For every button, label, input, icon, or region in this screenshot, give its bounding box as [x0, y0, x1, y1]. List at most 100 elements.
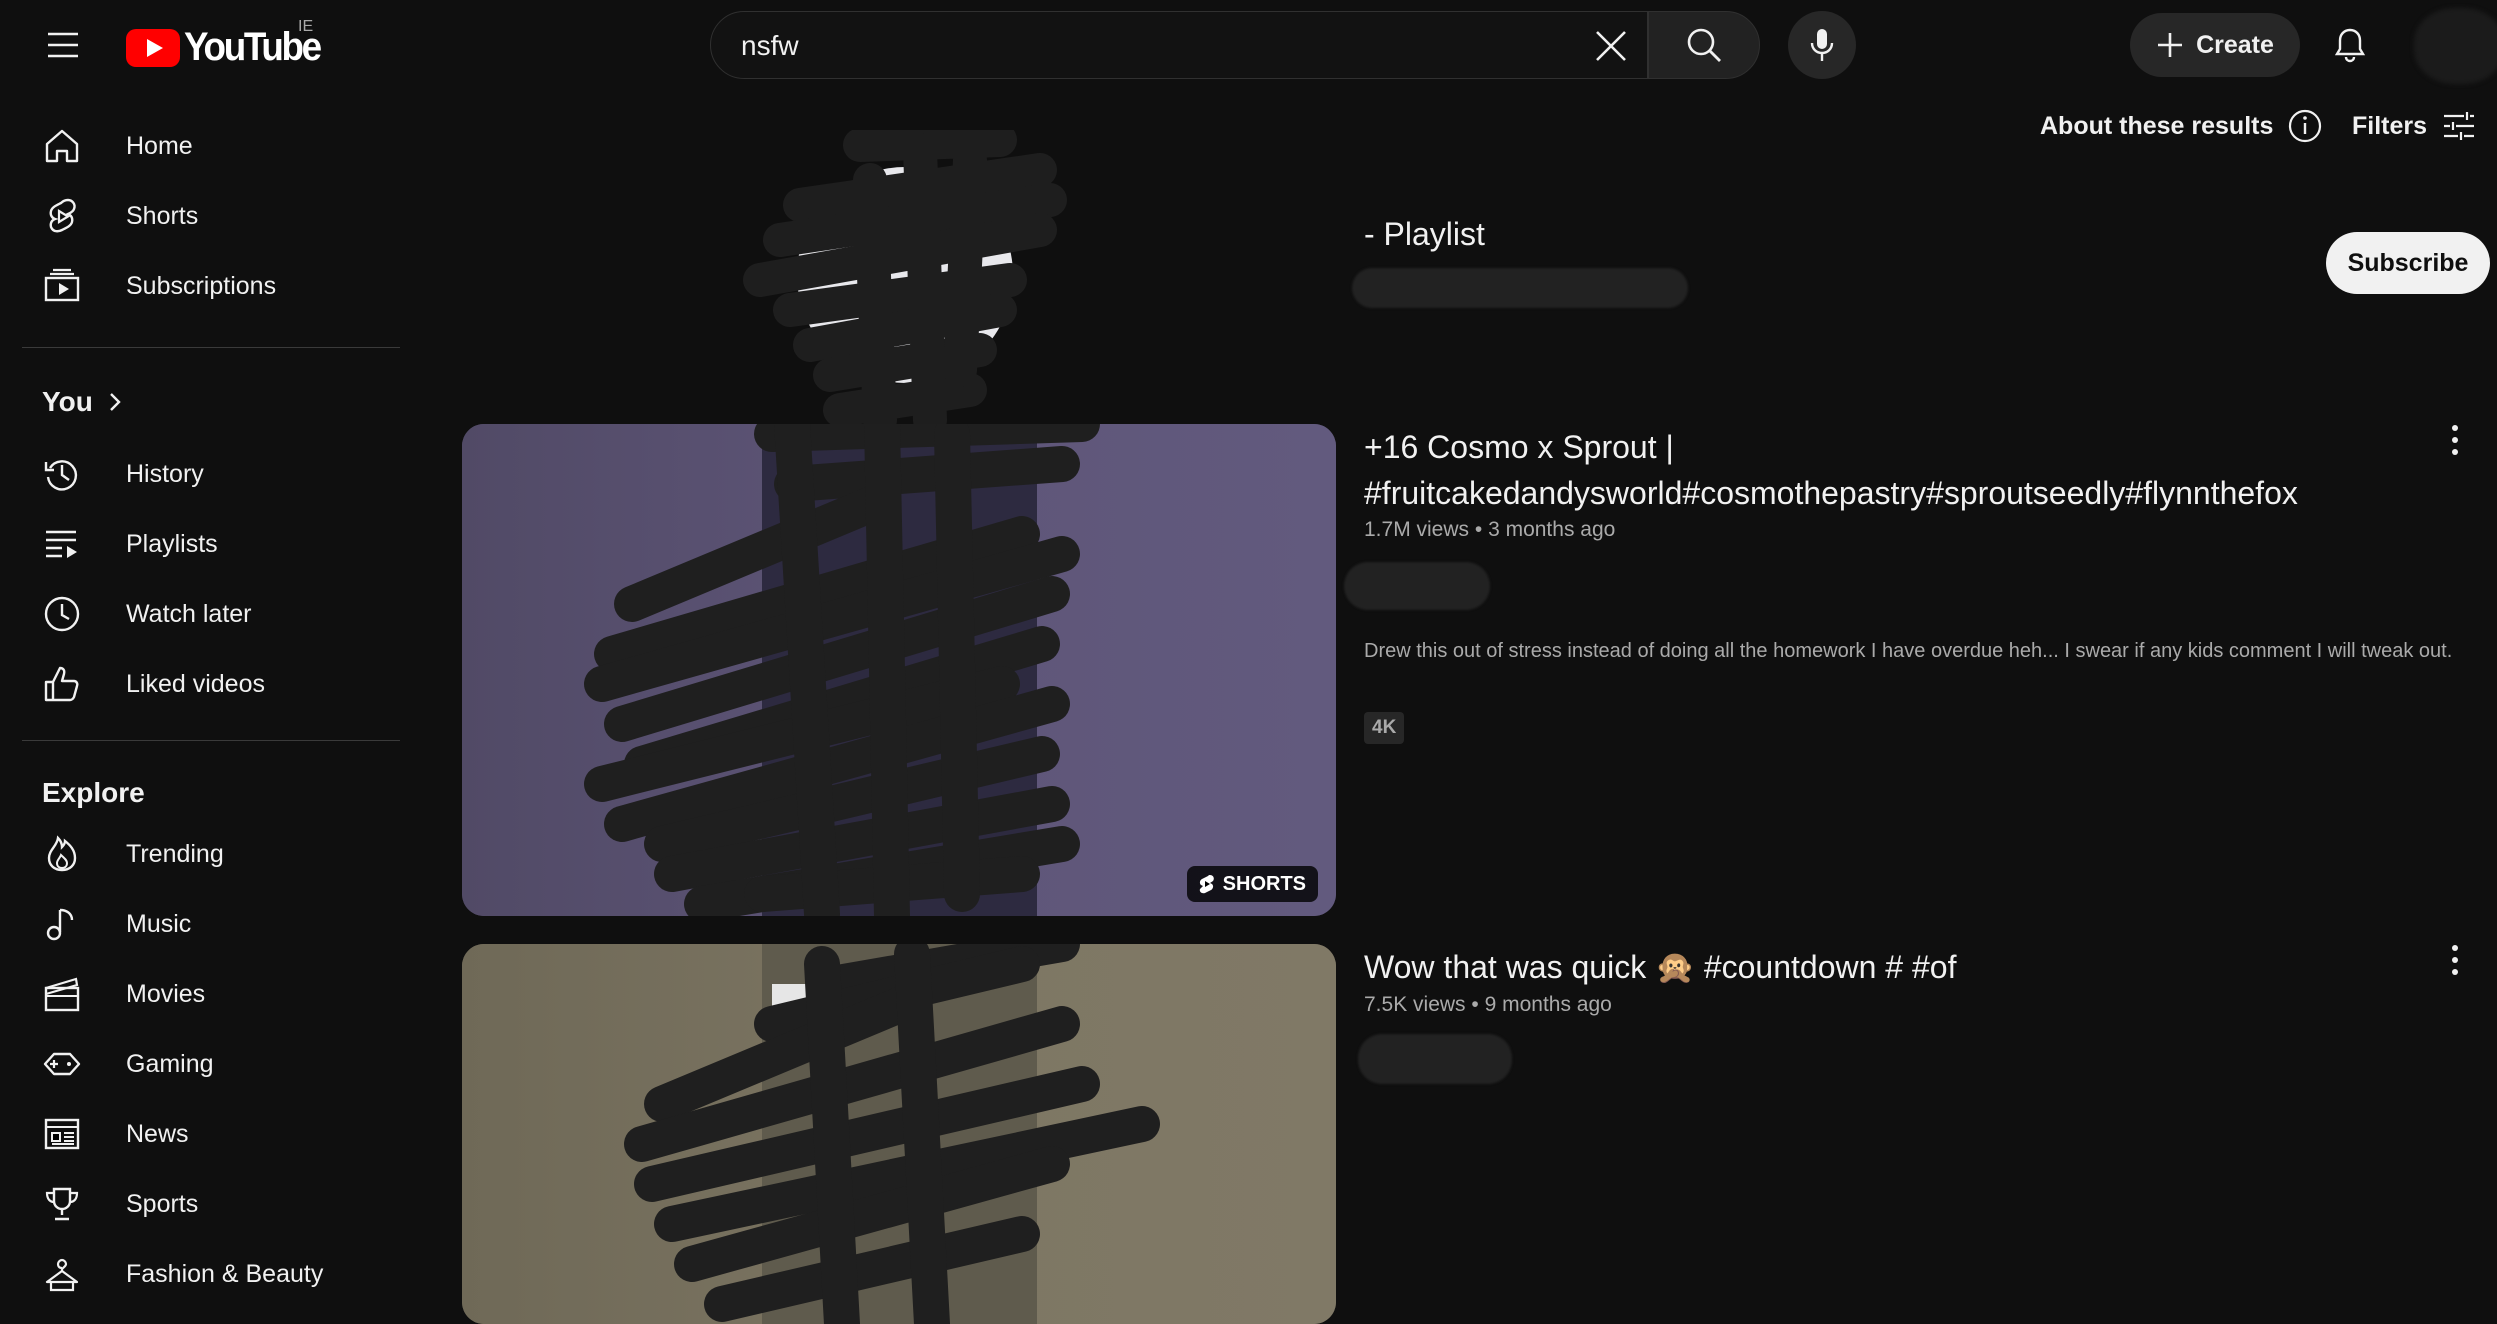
sidebar-item-trending[interactable]: Trending [20, 819, 396, 889]
movies-icon [40, 972, 84, 1016]
sidebar-item-label: Music [126, 909, 192, 938]
view-count: 7.5K views [1364, 993, 1466, 1016]
sidebar-item-gaming[interactable]: Gaming [20, 1029, 396, 1099]
more-vert-icon [2452, 425, 2458, 455]
trending-icon [40, 832, 84, 876]
hanger-icon [40, 1252, 84, 1296]
sidebar-item-label: Shorts [126, 201, 199, 230]
sidebar-divider [22, 347, 400, 348]
upload-age: 3 months ago [1488, 518, 1616, 541]
more-vert-icon [2452, 945, 2458, 975]
sidebar-item-history[interactable]: History [20, 439, 396, 509]
video-actions-menu-button[interactable] [2442, 940, 2468, 980]
redacted-channel-name [1344, 562, 1490, 610]
upload-age: 9 months ago [1484, 993, 1612, 1016]
explore-heading: Explore [42, 777, 145, 809]
hamburger-icon [48, 32, 78, 58]
create-button[interactable]: Create [2130, 13, 2300, 77]
redacted-channel-meta [1352, 268, 1688, 308]
sidebar-item-label: Subscriptions [126, 271, 277, 300]
video-description: Drew this out of stress instead of doing… [1364, 640, 2453, 662]
notifications-button[interactable] [2320, 20, 2380, 70]
about-these-results-button[interactable]: About these results [2040, 108, 2323, 144]
sliders-icon [2444, 112, 2475, 140]
avatar[interactable] [2414, 8, 2497, 84]
video-thumbnail[interactable]: SHORTS [462, 424, 1336, 916]
playlist-title[interactable]: - Playlist [1364, 216, 1485, 253]
search-input[interactable] [739, 26, 1563, 66]
sidebar-item-home[interactable]: Home [20, 111, 396, 181]
explore-heading-label: Explore [42, 777, 145, 808]
masthead: YouTube IE Create [0, 0, 2497, 90]
youtube-logo[interactable]: YouTube IE [126, 18, 332, 70]
sidebar-item-label: Gaming [126, 1049, 214, 1078]
redacted-channel-name [1358, 1034, 1512, 1084]
search-button[interactable] [1648, 11, 1760, 79]
create-label: Create [2196, 30, 2274, 59]
sidebar-item-label: Movies [126, 979, 206, 1008]
sidebar-item-sports[interactable]: Sports [20, 1169, 396, 1239]
sidebar-item-watch-later[interactable]: Watch later [20, 579, 396, 649]
menu-button[interactable] [38, 20, 88, 70]
youtube-play-icon [126, 28, 180, 67]
thumbs-up-icon [40, 662, 84, 706]
shorts-icon [1199, 875, 1214, 894]
region-code: IE [298, 18, 314, 35]
history-icon [40, 452, 84, 496]
sidebar-item-shorts[interactable]: Shorts [20, 181, 396, 251]
sidebar-item-movies[interactable]: Movies [20, 959, 396, 1029]
search-box [710, 11, 1648, 79]
info-icon [2289, 109, 2322, 143]
guide-sidebar: Home Shorts Subscriptions You History Pl… [0, 90, 400, 1296]
close-icon [1596, 31, 1626, 61]
sidebar-divider [22, 740, 400, 741]
shorts-icon [40, 194, 84, 238]
plus-icon [2158, 33, 2183, 57]
subscribe-button[interactable]: Subscribe [2326, 232, 2490, 294]
redaction-scribble [584, 424, 1100, 916]
sidebar-item-label: Trending [126, 839, 224, 868]
sidebar-item-subscriptions[interactable]: Subscriptions [20, 251, 396, 321]
clear-search-button[interactable] [1589, 24, 1633, 68]
video-title[interactable]: Wow that was quick 🙊 #countdown # #of [1364, 944, 1956, 990]
shorts-badge: SHORTS [1186, 866, 1318, 902]
you-heading[interactable]: You [42, 386, 123, 418]
voice-search-button[interactable] [1788, 11, 1856, 79]
watch-later-icon [40, 592, 84, 636]
filters-button[interactable]: Filters [2352, 108, 2477, 144]
news-icon [40, 1112, 84, 1156]
video-actions-menu-button[interactable] [2442, 420, 2468, 460]
sidebar-item-label: Playlists [126, 529, 218, 558]
search-icon [1687, 28, 1721, 62]
redacted-channel-avatar [743, 130, 1067, 430]
sidebar-item-label: Watch later [126, 599, 252, 628]
shorts-badge-label: SHORTS [1222, 872, 1306, 895]
sidebar-item-label: History [126, 459, 204, 488]
sidebar-item-label: Fashion & Beauty [126, 1259, 324, 1288]
sidebar-item-label: Sports [126, 1189, 199, 1218]
microphone-icon [1810, 29, 1834, 61]
filters-label: Filters [2352, 111, 2428, 140]
playlists-icon [40, 522, 84, 566]
sidebar-item-news[interactable]: News [20, 1099, 396, 1169]
sidebar-item-label: Liked videos [126, 669, 265, 698]
video-thumbnail[interactable] [462, 944, 1336, 1324]
home-icon [40, 124, 84, 168]
sidebar-item-fashion-beauty[interactable]: Fashion & Beauty [20, 1239, 396, 1309]
meta-separator: • [1471, 993, 1485, 1016]
sidebar-item-playlists[interactable]: Playlists [20, 509, 396, 579]
music-icon [40, 902, 84, 946]
sidebar-item-liked-videos[interactable]: Liked videos [20, 649, 396, 719]
sidebar-item-label: News [126, 1119, 189, 1148]
about-label: About these results [2040, 111, 2274, 140]
meta-separator: • [1474, 518, 1489, 541]
chevron-right-icon [109, 393, 121, 411]
video-title[interactable]: +16 Cosmo x Sprout | #fruitcakedandyswor… [1364, 424, 2424, 516]
redaction-scribble [624, 944, 1160, 1324]
video-metadata: 7.5K views • 9 months ago [1364, 993, 1612, 1017]
bell-icon [2334, 28, 2366, 63]
trophy-icon [40, 1182, 84, 1226]
sidebar-item-music[interactable]: Music [20, 889, 396, 959]
video-metadata: 1.7M views • 3 months ago [1364, 518, 1615, 542]
view-count: 1.7M views [1364, 518, 1470, 541]
